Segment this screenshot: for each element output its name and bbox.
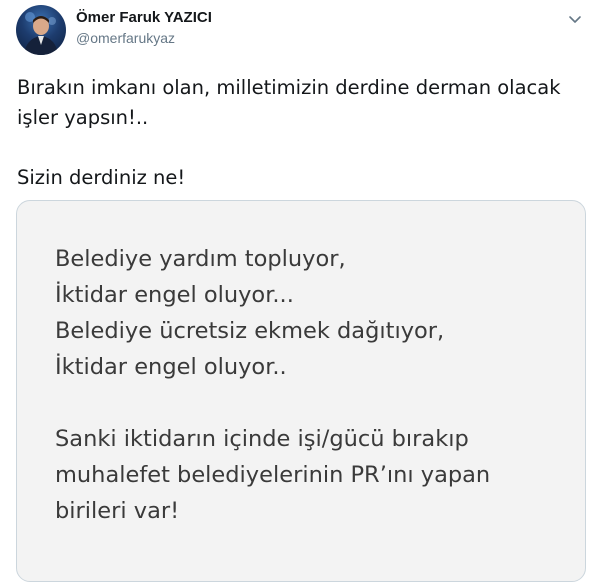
media-text-line: Belediye yardım topluyor,	[55, 246, 346, 272]
media-text-line: Sanki iktidarın içinde işi/gücü bırakıp	[55, 426, 469, 452]
media-card[interactable]: Belediye yardım topluyor, İktidar engel …	[16, 200, 586, 582]
media-text-line: muhalefet belediyelerinin PR’ını yapan	[55, 462, 491, 488]
tweet-text: Bırakın imkanı olan, milletimizin derdin…	[17, 73, 587, 193]
avatar[interactable]	[16, 5, 66, 55]
avatar-image	[24, 12, 58, 55]
media-image-text: Belediye yardım topluyor, İktidar engel …	[55, 241, 490, 529]
author-name[interactable]: Ömer Faruk YAZICI	[76, 9, 212, 26]
media-text-line: birileri var!	[55, 498, 180, 524]
tweet: Ömer Faruk YAZICI @omerfarukyaz Bırakın …	[0, 0, 596, 582]
tweet-text-line: Sizin derdiniz ne!	[17, 166, 186, 189]
media-text-line: Belediye ücretsiz ekmek dağıtıyor,	[55, 318, 445, 344]
tweet-text-line: Bırakın imkanı olan, milletimizin derdin…	[17, 76, 561, 99]
media-text-line: İktidar engel oluyor..	[55, 354, 287, 380]
tweet-text-line: işler yapsın!..	[17, 106, 149, 129]
media-text-line: İktidar engel oluyor...	[55, 282, 294, 308]
chevron-down-icon[interactable]	[566, 10, 584, 28]
author-handle[interactable]: @omerfarukyaz	[76, 30, 175, 46]
